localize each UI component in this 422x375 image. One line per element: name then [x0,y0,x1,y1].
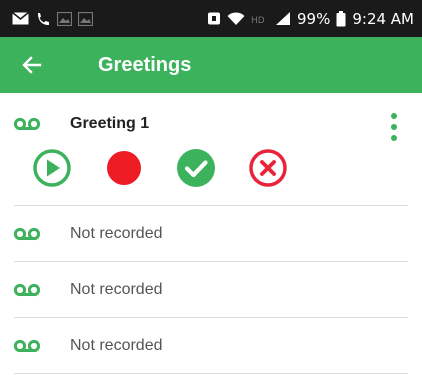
greeting-header: Greeting 1 [14,115,149,133]
svg-text:HD: HD [251,16,265,25]
clock: 9:24 AM [352,9,414,28]
more-vert-icon-dot [391,124,397,130]
mail-icon [12,12,29,25]
app-bar: Greetings [0,37,422,93]
missed-call-icon [38,12,49,25]
wifi-icon [227,11,245,25]
more-vert-icon [391,113,397,119]
alarm-icon [208,12,220,25]
more-vert-icon-dot [391,135,397,141]
hd-icon: HD [251,16,265,25]
more-options-button[interactable] [386,113,402,141]
delete-button[interactable] [248,148,288,188]
greeting-status: Not recorded [70,336,163,354]
arrow-left-icon [22,56,42,74]
battery-percent: 99% [297,9,331,28]
voicemail-icon [14,227,40,240]
voicemail-icon [14,117,40,131]
voicemail-icon [14,339,40,352]
delete-icon [249,149,287,187]
greeting-actions [32,148,288,188]
greeting-item-active[interactable]: Greeting 1 [14,93,408,206]
back-button[interactable] [0,37,56,93]
record-button[interactable] [104,148,144,188]
record-icon [107,151,141,185]
notification-icons [12,11,93,27]
greeting-item-empty[interactable]: Not recorded [14,206,408,262]
gallery-icon [78,11,93,26]
greeting-status: Not recorded [70,224,163,242]
greeting-item-empty[interactable]: Not recorded [14,318,408,374]
voicemail-icon [14,283,40,296]
greetings-list: Greeting 1 Not recorded Not recorded Not… [0,93,422,374]
system-indicators: HD 99% 9:24 AM [207,10,414,28]
greeting-item-empty[interactable]: Not recorded [14,262,408,318]
page-title: Greetings [98,53,192,76]
greeting-status: Not recorded [70,280,163,298]
confirm-icon [177,149,215,187]
status-bar: HD 99% 9:24 AM [0,0,422,37]
signal-icon [276,12,290,25]
play-icon [33,149,71,187]
play-button[interactable] [32,148,72,188]
confirm-button[interactable] [176,148,216,188]
greeting-name: Greeting 1 [70,115,150,132]
gallery-icon [57,11,72,26]
battery-icon [336,10,346,26]
